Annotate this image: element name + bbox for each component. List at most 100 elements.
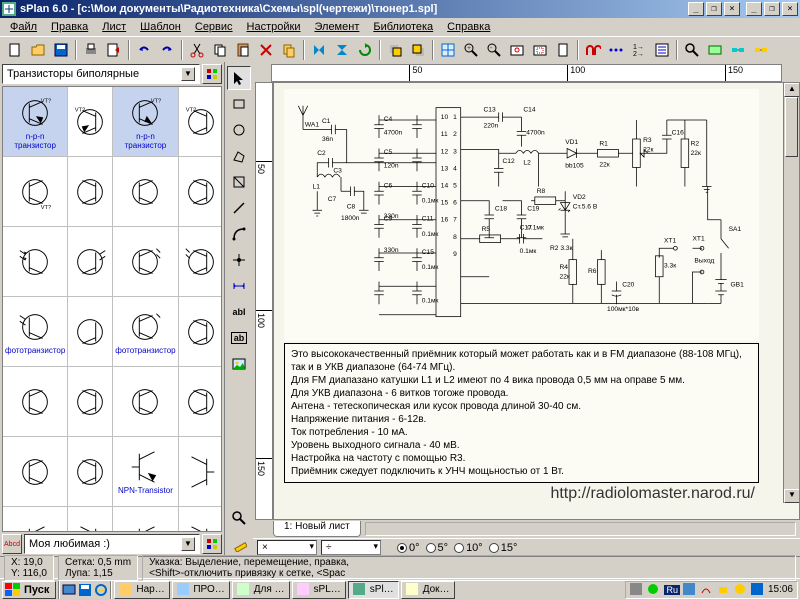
tool-measure[interactable] xyxy=(227,532,251,556)
component-cell[interactable] xyxy=(179,157,222,227)
ql-save-icon[interactable] xyxy=(78,583,92,597)
scroll-down-button[interactable]: ▼ xyxy=(784,489,800,503)
tb-front[interactable] xyxy=(384,39,406,61)
angle-15-radio[interactable]: 15° xyxy=(489,542,518,554)
tool-bezier[interactable] xyxy=(227,222,251,246)
tb-align[interactable] xyxy=(605,39,627,61)
menu-file[interactable]: Файл xyxy=(4,20,43,34)
menu-edit[interactable]: Правка xyxy=(45,20,94,34)
tray-icon[interactable] xyxy=(717,583,731,597)
component-cell[interactable] xyxy=(179,297,222,367)
tray-icon[interactable] xyxy=(630,583,644,597)
tray-icon[interactable] xyxy=(700,583,714,597)
menu-library[interactable]: Библиотека xyxy=(367,20,439,34)
tray-icon[interactable] xyxy=(647,583,661,597)
component-cell[interactable]: VT? xyxy=(3,157,68,227)
tb-copy[interactable] xyxy=(209,39,231,61)
tb-grid[interactable] xyxy=(437,39,459,61)
tb-new[interactable] xyxy=(4,39,26,61)
start-button[interactable]: Пуск xyxy=(2,581,56,599)
component-cell[interactable] xyxy=(3,437,68,507)
mdi-minimize-button[interactable]: _ xyxy=(688,2,704,16)
category-config-button[interactable] xyxy=(202,64,222,84)
close-button[interactable]: × xyxy=(782,2,798,16)
component-cell[interactable]: фототранзистор xyxy=(3,297,68,367)
tb-duplicate[interactable] xyxy=(278,39,300,61)
mdi-restore-button[interactable]: ❐ xyxy=(706,2,722,16)
component-cell[interactable] xyxy=(179,437,222,507)
tb-redo[interactable] xyxy=(156,39,178,61)
tool-dimension[interactable] xyxy=(227,274,251,298)
menu-settings[interactable]: Настройки xyxy=(241,20,307,34)
menu-element[interactable]: Элемент xyxy=(308,20,365,34)
component-cell[interactable] xyxy=(3,367,68,437)
mdi-close-button[interactable]: × xyxy=(724,2,740,16)
angle-10-radio[interactable]: 10° xyxy=(454,542,483,554)
language-indicator[interactable]: Ru xyxy=(664,585,680,595)
horizontal-scrollbar[interactable] xyxy=(365,522,796,536)
tb-search[interactable] xyxy=(681,39,703,61)
tb-export[interactable] xyxy=(103,39,125,61)
tb-zoom-out[interactable]: - xyxy=(483,39,505,61)
tool-poly[interactable] xyxy=(227,144,251,168)
component-cell[interactable]: VT?n-p-n транзистор xyxy=(3,87,68,157)
component-cell[interactable] xyxy=(68,227,113,297)
component-cell[interactable]: фототранзистор xyxy=(113,297,178,367)
tool-text-box[interactable]: ab xyxy=(227,326,251,350)
component-cell[interactable] xyxy=(68,157,113,227)
task-3[interactable]: sPL… xyxy=(292,581,346,599)
tb-link2[interactable] xyxy=(750,39,772,61)
tb-print[interactable] xyxy=(80,39,102,61)
ql-desktop-icon[interactable] xyxy=(62,583,76,597)
component-cell[interactable] xyxy=(68,297,113,367)
tb-list[interactable] xyxy=(651,39,673,61)
tool-text-label[interactable]: abI xyxy=(227,300,251,324)
tool-circle[interactable] xyxy=(227,118,251,142)
maximize-button[interactable]: ❐ xyxy=(764,2,780,16)
tb-cut[interactable] xyxy=(186,39,208,61)
tool-zoom[interactable] xyxy=(227,506,251,530)
angle-0-radio[interactable]: 0° xyxy=(397,542,420,554)
tb-mirror-v[interactable] xyxy=(331,39,353,61)
menu-template[interactable]: Шаблон xyxy=(134,20,187,34)
tool-image[interactable] xyxy=(227,352,251,376)
tb-zoom-page[interactable] xyxy=(552,39,574,61)
drawing-canvas[interactable]: WA1 C1 36n C2 L1 C3 xyxy=(273,82,800,520)
menu-help[interactable]: Справка xyxy=(441,20,496,34)
task-2[interactable]: Для … xyxy=(232,581,290,599)
tool-line[interactable] xyxy=(227,196,251,220)
task-0[interactable]: Нар… xyxy=(114,581,169,599)
zoom-div-combo[interactable]: ÷ xyxy=(321,540,381,555)
tb-paste[interactable] xyxy=(232,39,254,61)
component-cell[interactable] xyxy=(3,507,68,532)
scroll-up-button[interactable]: ▲ xyxy=(784,83,800,97)
component-cell[interactable] xyxy=(68,367,113,437)
tb-delete[interactable] xyxy=(255,39,277,61)
tray-clock[interactable]: 15:06 xyxy=(768,584,793,595)
tb-back[interactable] xyxy=(407,39,429,61)
component-cell[interactable] xyxy=(113,227,178,297)
tb-zoom-in[interactable]: + xyxy=(460,39,482,61)
favorites-new-button[interactable]: Abcd xyxy=(2,534,22,554)
tb-zoom-sel[interactable] xyxy=(529,39,551,61)
tray-icon[interactable] xyxy=(734,583,748,597)
tool-pointer[interactable] xyxy=(227,66,251,90)
tb-mirror-h[interactable] xyxy=(308,39,330,61)
vertical-scrollbar[interactable]: ▲ ▼ xyxy=(783,83,799,503)
component-cell[interactable] xyxy=(68,507,113,532)
task-4[interactable]: sPl… xyxy=(348,581,399,599)
menu-service[interactable]: Сервис xyxy=(189,20,239,34)
tool-node[interactable] xyxy=(227,248,251,272)
angle-5-radio[interactable]: 5° xyxy=(426,542,449,554)
minimize-button[interactable]: _ xyxy=(746,2,762,16)
component-cell[interactable]: NPN-Transistor xyxy=(113,437,178,507)
component-cell[interactable] xyxy=(113,157,178,227)
favorites-combo[interactable]: Моя любимая :) ▼ xyxy=(24,534,200,554)
tb-component-edit[interactable] xyxy=(704,39,726,61)
ql-ie-icon[interactable] xyxy=(94,583,108,597)
component-cell[interactable] xyxy=(68,437,113,507)
tb-snap[interactable] xyxy=(582,39,604,61)
component-cell[interactable] xyxy=(113,507,178,532)
scroll-thumb[interactable] xyxy=(785,97,798,157)
component-cell[interactable] xyxy=(179,367,222,437)
